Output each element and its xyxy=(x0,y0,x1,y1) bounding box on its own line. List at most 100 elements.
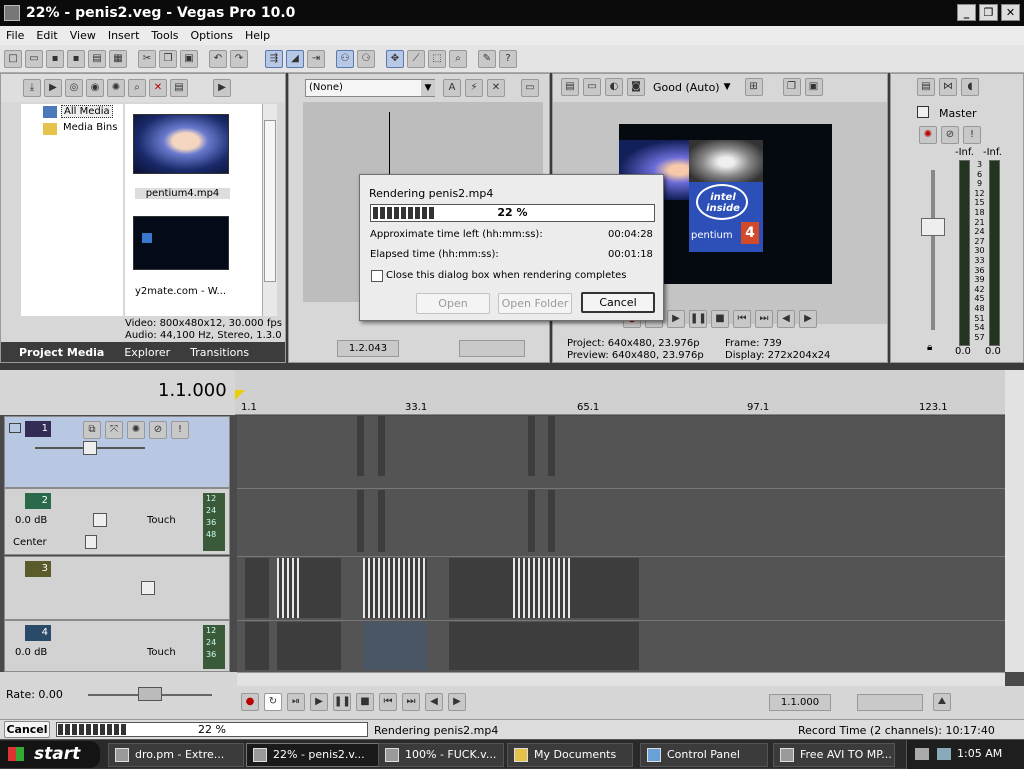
menu-help[interactable]: Help xyxy=(239,29,276,42)
chevron-down-icon[interactable]: ▼ xyxy=(421,80,435,96)
video-event[interactable] xyxy=(363,558,427,618)
next-frame-icon[interactable]: ▶ xyxy=(799,310,817,328)
media-thumb-y2mate[interactable] xyxy=(133,216,229,270)
video-event[interactable] xyxy=(449,558,513,618)
play-icon[interactable]: ▶ xyxy=(667,310,685,328)
video-event[interactable] xyxy=(573,558,639,618)
capture-video-icon[interactable]: ▶ xyxy=(44,79,62,97)
ignore-grouping-icon[interactable]: ⚆ xyxy=(357,49,375,68)
save-icon[interactable]: ▪ xyxy=(46,49,64,68)
snapping-icon[interactable]: ⇶ xyxy=(265,49,283,68)
tab-project-media[interactable]: Project Media xyxy=(1,346,114,359)
audio-event[interactable] xyxy=(548,490,555,552)
tree-all-media[interactable]: All Media xyxy=(61,105,113,118)
close-when-done-checkbox[interactable] xyxy=(371,270,383,282)
track-motion-preview-icon[interactable]: ⛰ xyxy=(933,693,951,711)
keyboard-icon[interactable] xyxy=(915,748,929,760)
undo-icon[interactable]: ↶ xyxy=(209,49,227,68)
selection-tool-icon[interactable]: ⬚ xyxy=(428,49,446,68)
import-media-icon[interactable]: ⤓ xyxy=(23,79,41,97)
track-header-2[interactable]: 2 0.0 dB Center Touch 12 24 36 48 xyxy=(4,488,230,555)
track-header-3[interactable]: 3 xyxy=(4,556,230,620)
dim-output-icon[interactable]: ◖ xyxy=(961,78,979,96)
volume-slider-handle[interactable] xyxy=(93,513,107,527)
mixer-props-icon[interactable]: ▤ xyxy=(917,78,935,96)
copy-icon[interactable]: ❐ xyxy=(159,49,177,68)
go-start-icon[interactable]: ⏮ xyxy=(379,693,397,711)
paste-icon[interactable]: ▣ xyxy=(180,49,198,68)
menu-tools[interactable]: Tools xyxy=(145,29,184,42)
track-header-4[interactable]: 4 0.0 dB Touch 12 24 36 xyxy=(4,620,230,672)
brush-icon[interactable]: ✎ xyxy=(478,49,496,68)
lock-envelopes-icon[interactable]: ⚇ xyxy=(336,49,354,68)
menu-insert[interactable]: Insert xyxy=(102,29,146,42)
search-media-icon[interactable]: ⌕ xyxy=(128,79,146,97)
downmix-icon[interactable]: ⋈ xyxy=(939,78,957,96)
lock-icon[interactable]: 🔒︎ xyxy=(927,342,932,353)
open-folder-button[interactable]: Open Folder xyxy=(498,293,572,314)
tab-transitions[interactable]: Transitions xyxy=(180,346,259,359)
cancel-render-button[interactable]: Cancel xyxy=(581,292,655,313)
start-button[interactable]: start xyxy=(0,741,100,768)
master-fx-icon[interactable]: ✺ xyxy=(919,126,937,144)
audio-event[interactable] xyxy=(357,490,364,552)
go-start-icon[interactable]: ⏮ xyxy=(733,310,751,328)
preview-properties-icon[interactable]: ▤ xyxy=(561,78,579,96)
tab-explorer[interactable]: Explorer xyxy=(114,346,180,359)
mute-icon[interactable]: ⊘ xyxy=(149,421,167,439)
close-button[interactable]: ✕ xyxy=(1001,4,1020,21)
task-item[interactable]: dro.pm - Extre... xyxy=(108,743,244,767)
stop-icon[interactable]: ■ xyxy=(356,693,374,711)
timeline-vscroll[interactable] xyxy=(1005,370,1024,672)
audio-event[interactable] xyxy=(449,622,639,670)
track3-opacity-handle[interactable] xyxy=(141,581,155,595)
track-motion-icon[interactable]: ⤧ xyxy=(105,421,123,439)
audio-event[interactable] xyxy=(245,622,269,670)
loop-marker[interactable] xyxy=(235,390,245,400)
prev-frame-icon[interactable]: ◀ xyxy=(777,310,795,328)
external-monitor-icon[interactable]: ▭ xyxy=(583,78,601,96)
menu-view[interactable]: View xyxy=(64,29,102,42)
video-event[interactable] xyxy=(378,416,385,476)
pause-icon[interactable]: ❚❚ xyxy=(689,310,707,328)
go-end-icon[interactable]: ⏭ xyxy=(402,693,420,711)
menu-options[interactable]: Options xyxy=(185,29,239,42)
timeline-hscroll[interactable] xyxy=(237,672,1005,686)
extract-audio-icon[interactable]: ◉ xyxy=(86,79,104,97)
stop-icon[interactable]: ■ xyxy=(711,310,729,328)
video-event[interactable] xyxy=(277,558,299,618)
composite-mode-icon[interactable]: ⧉ xyxy=(83,421,101,439)
go-end-icon[interactable]: ⏭ xyxy=(755,310,773,328)
track4-automation-mode[interactable]: Touch xyxy=(147,647,176,658)
open-button[interactable]: Open xyxy=(416,293,490,314)
auto-ripple-icon[interactable]: ⇥ xyxy=(307,49,325,68)
help-pointer-icon[interactable]: ? xyxy=(499,49,517,68)
task-item[interactable]: Free AVI TO MP... xyxy=(773,743,895,767)
trimmer-monitor-icon[interactable]: ▭ xyxy=(521,79,539,97)
cut-icon[interactable]: ✂ xyxy=(138,49,156,68)
status-cancel-button[interactable]: Cancel xyxy=(4,721,50,738)
task-item[interactable]: My Documents xyxy=(507,743,633,767)
master-fader[interactable] xyxy=(921,218,945,236)
network-icon[interactable] xyxy=(937,748,951,760)
trimmer-clear-icon[interactable]: ✕ xyxy=(487,79,505,97)
media-properties-icon[interactable]: ▤ xyxy=(170,79,188,97)
time-ruler[interactable]: 1.1 33.1 65.1 97.1 123.1 xyxy=(235,370,1005,415)
normal-edit-tool-icon[interactable]: ✥ xyxy=(386,49,404,68)
opacity-slider-handle[interactable] xyxy=(83,441,97,455)
video-event[interactable] xyxy=(357,416,364,476)
render-icon[interactable]: ▤ xyxy=(88,49,106,68)
master-solo-icon[interactable]: ! xyxy=(963,126,981,144)
audio-event[interactable] xyxy=(378,490,385,552)
preview-fx-icon[interactable]: ◐ xyxy=(605,78,623,96)
solo-icon[interactable]: ! xyxy=(171,421,189,439)
media-thumb-pentium4[interactable] xyxy=(133,114,229,174)
zoom-tool-icon[interactable]: ⌕ xyxy=(449,49,467,68)
views-icon[interactable]: ▶ xyxy=(213,79,231,97)
media-scrollbar[interactable] xyxy=(262,104,277,316)
chevron-down-icon[interactable]: ▼ xyxy=(724,82,731,92)
media-name-pentium4[interactable]: pentium4.mp4 xyxy=(135,188,230,199)
menu-file[interactable]: File xyxy=(0,29,30,42)
pan-slider-handle[interactable] xyxy=(85,535,97,549)
trimmer-fx-icon[interactable]: ⚡ xyxy=(465,79,483,97)
